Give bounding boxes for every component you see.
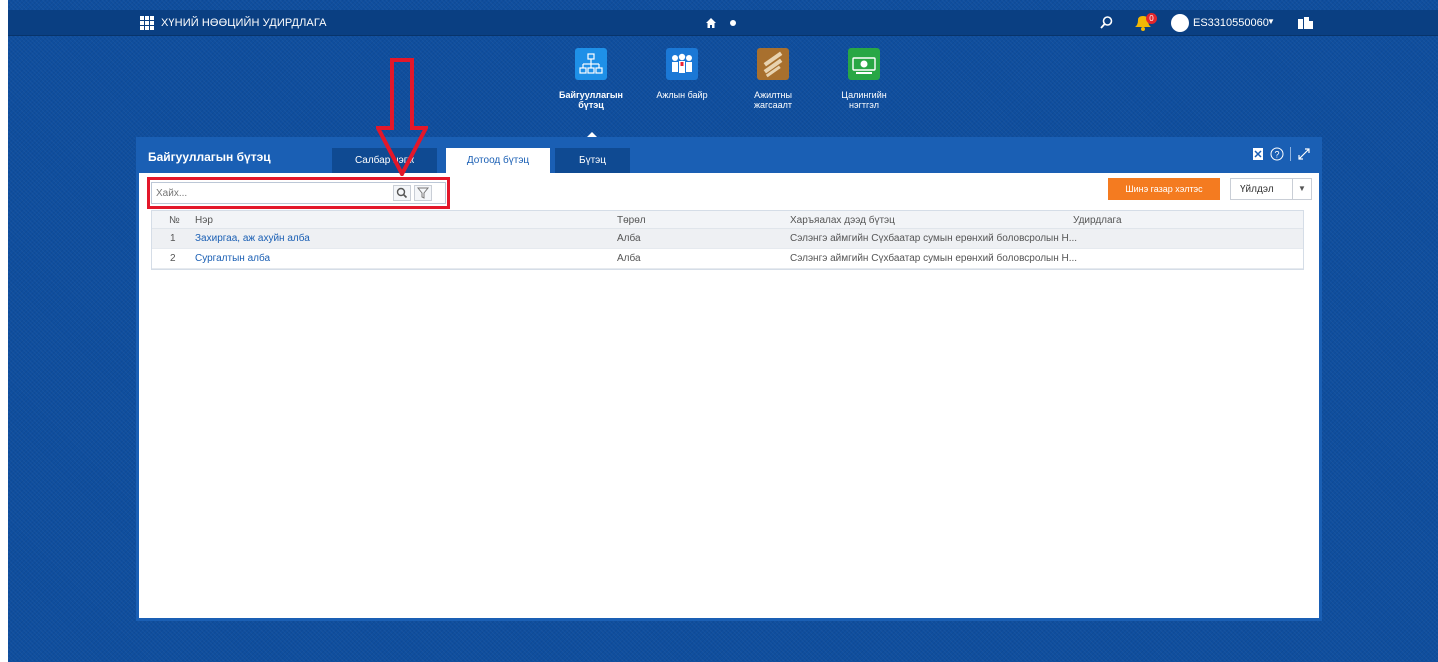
panel-header: Байгууллагын бүтэц Салбар нэгж Дотоод бү…: [139, 137, 1319, 173]
column-header-number[interactable]: №: [169, 215, 183, 226]
panel-header-tools: ?: [1252, 147, 1311, 161]
home-icon[interactable]: [705, 17, 717, 29]
table-row[interactable]: 1 Захиргаа, аж ахуйн алба Алба Сэлэнгэ а…: [152, 229, 1303, 249]
page-indicator-dot[interactable]: [730, 20, 736, 26]
column-header-parent[interactable]: Харъяалах дээд бүтэц: [790, 215, 895, 226]
row-name-link[interactable]: Сургалтын алба: [195, 253, 270, 264]
notification-badge: 0: [1146, 13, 1157, 24]
tile-label: Цалингийн нэгтгэл: [841, 90, 887, 110]
tile-label: Ажлын байр: [656, 90, 708, 100]
app-background: ХҮНИЙ НӨӨЦИЙН УДИРДЛАГА 0 ES3310550060 ▼: [8, 0, 1438, 662]
tab-internal-structure[interactable]: Дотоод бүтэц: [446, 148, 550, 173]
annotation-arrow-icon: [376, 58, 428, 176]
row-number: 1: [170, 233, 176, 244]
shell-bar: ХҮНИЙ НӨӨЦИЙН УДИРДЛАГА 0 ES3310550060 ▼: [8, 10, 1438, 36]
panel-title: Байгууллагын бүтэц: [148, 150, 271, 164]
excel-export-icon[interactable]: [1252, 147, 1264, 161]
row-parent: Сэлэнгэ аймгийн Сүхбаатар сумын ерөнхий …: [790, 233, 1078, 244]
svg-text:?: ?: [1274, 150, 1279, 160]
table-header: № Нэр Төрөл Харъяалах дээд бүтэц Удирдла…: [152, 211, 1303, 229]
employee-list-icon: [757, 48, 789, 80]
tile-label: Ажилтны жагсаалт: [754, 90, 792, 110]
add-department-button[interactable]: Шинэ газар хэлтэс: [1108, 178, 1220, 200]
row-parent: Сэлэнгэ аймгийн Сүхбаатар сумын ерөнхий …: [790, 253, 1078, 264]
fullscreen-icon[interactable]: [1297, 147, 1311, 161]
column-header-manager[interactable]: Удирдлага: [1073, 215, 1122, 226]
people-icon: [666, 48, 698, 80]
row-name-link[interactable]: Захиргаа, аж ахуйн алба: [195, 233, 310, 244]
user-avatar-icon[interactable]: [1171, 14, 1189, 32]
chevron-down-icon[interactable]: ▼: [1267, 17, 1275, 26]
org-structure-panel: Байгууллагын бүтэц Салбар нэгж Дотоод бү…: [136, 137, 1322, 621]
row-number: 2: [170, 253, 176, 264]
money-icon: [848, 48, 880, 80]
divider: [1292, 179, 1293, 199]
tile-employee-list[interactable]: Ажилтны жагсаалт: [738, 48, 808, 110]
row-type: Алба: [617, 253, 641, 264]
tile-org-structure[interactable]: Байгууллагын бүтэц: [556, 48, 626, 110]
cards-icon[interactable]: [1296, 15, 1314, 31]
divider: [1290, 147, 1291, 161]
tile-payroll-summary[interactable]: Цалингийн нэгтгэл: [829, 48, 899, 110]
actions-label: Үйлдэл: [1240, 184, 1274, 195]
column-header-type[interactable]: Төрөл: [617, 215, 646, 226]
tab-structure[interactable]: Бүтэц: [555, 148, 630, 173]
table-row[interactable]: 2 Сургалтын алба Алба Сэлэнгэ аймгийн Сү…: [152, 249, 1303, 269]
search-icon[interactable]: [1098, 15, 1114, 31]
structure-table: № Нэр Төрөл Харъяалах дээд бүтэц Удирдла…: [151, 210, 1304, 270]
chevron-down-icon: ▼: [1298, 184, 1306, 193]
actions-dropdown[interactable]: Үйлдэл ▼: [1230, 178, 1312, 200]
app-title[interactable]: ХҮНИЙ НӨӨЦИЙН УДИРДЛАГА: [161, 17, 327, 29]
annotation-highlight-box: [147, 177, 450, 209]
column-header-name[interactable]: Нэр: [195, 215, 213, 226]
tile-job-positions[interactable]: Ажлын байр: [647, 48, 717, 100]
tile-label: Байгууллагын бүтэц: [559, 90, 623, 110]
row-type: Алба: [617, 233, 641, 244]
apps-grid-icon[interactable]: [140, 16, 154, 30]
username[interactable]: ES3310550060: [1193, 17, 1269, 29]
help-icon[interactable]: ?: [1270, 147, 1284, 161]
org-chart-icon: [575, 48, 607, 80]
